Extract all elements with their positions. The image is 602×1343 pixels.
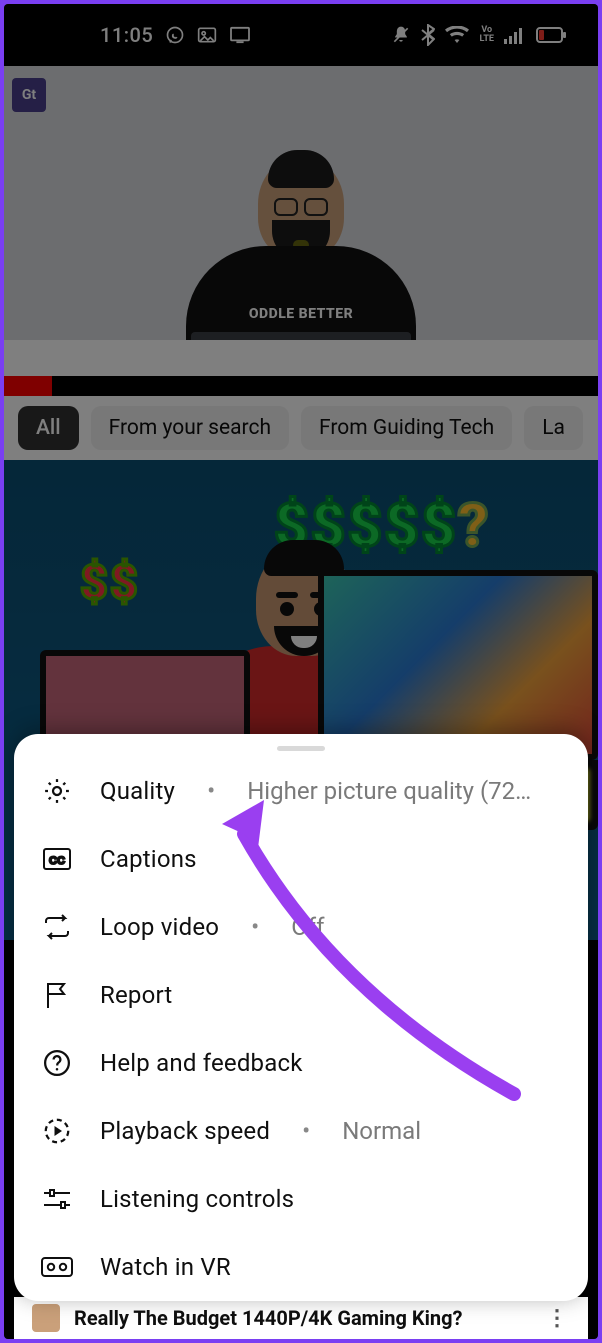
separator-dot: •: [296, 1117, 316, 1145]
bluetooth-icon: [421, 24, 435, 46]
sheet-item-value: Normal: [342, 1117, 562, 1145]
filter-chip-0[interactable]: All: [18, 406, 79, 450]
sheet-item-label: Quality: [100, 777, 175, 805]
sheet-item-playback-speed[interactable]: Playback speed • Normal: [14, 1097, 588, 1165]
sheet-item-label: Report: [100, 981, 172, 1009]
device-frame: 11:05 Vo LTE: [4, 4, 598, 1339]
status-bar: 11:05 Vo LTE: [4, 4, 598, 66]
sheet-item-watch-in-vr[interactable]: Watch in VR: [14, 1233, 588, 1301]
sheet-item-listening-controls[interactable]: Listening controls: [14, 1165, 588, 1233]
feed-filter-chips: All From your search From Guiding Tech La: [4, 396, 598, 460]
next-video-row[interactable]: Really The Budget 1440P/4K Gaming King? …: [14, 1297, 588, 1339]
sheet-item-report[interactable]: Report: [14, 961, 588, 1029]
shirt-text: ODDLE BETTER: [249, 306, 353, 322]
sheet-item-quality[interactable]: Quality • Higher picture quality (72…: [14, 757, 588, 825]
cast-icon: [229, 26, 251, 44]
sheet-item-loop-video[interactable]: Loop video • Off: [14, 893, 588, 961]
cc-icon: CC: [40, 847, 74, 871]
filter-chip-1[interactable]: From your search: [91, 406, 289, 450]
separator-dot: •: [201, 777, 221, 805]
sheet-item-label: Help and feedback: [100, 1049, 303, 1077]
player-options-sheet: Quality • Higher picture quality (72… CC Cap…: [14, 734, 588, 1301]
sheet-item-value: Off: [291, 913, 562, 941]
video-progress-bar[interactable]: [4, 376, 598, 396]
status-clock: 11:05: [100, 23, 153, 47]
gear-icon: [40, 776, 74, 806]
signal-icon: [504, 26, 526, 44]
sheet-item-label: Loop video: [100, 913, 219, 941]
sliders-icon: [40, 1186, 74, 1212]
sheet-item-value: Higher picture quality (72…: [247, 777, 562, 805]
channel-badge: Gt: [12, 78, 46, 112]
speed-icon: [40, 1116, 74, 1146]
sheet-item-help-and-feedback[interactable]: Help and feedback: [14, 1029, 588, 1097]
next-video-thumb: [32, 1304, 60, 1332]
battery-icon: [536, 27, 566, 43]
vr-icon: [40, 1256, 74, 1278]
thumb-cash-small: $$: [80, 554, 140, 611]
picture-icon: [197, 26, 217, 44]
volte-icon: Vo LTE: [479, 26, 494, 44]
separator-dot: •: [245, 913, 265, 941]
loop-icon: [40, 914, 74, 940]
flag-icon: [40, 980, 74, 1010]
whatsapp-icon: [165, 25, 185, 45]
progress-played: [4, 376, 52, 396]
sheet-item-label: Captions: [100, 845, 197, 873]
sheet-item-label: Playback speed: [100, 1117, 270, 1145]
sheet-item-label: Watch in VR: [100, 1253, 231, 1281]
mute-icon: [391, 25, 411, 45]
video-player[interactable]: Gt ODDLE BETTER: [4, 66, 598, 376]
svg-text:CC: CC: [49, 855, 65, 867]
sheet-item-label: Listening controls: [100, 1185, 294, 1213]
more-options-icon[interactable]: ⋮: [546, 1306, 570, 1331]
filter-chip-2[interactable]: From Guiding Tech: [301, 406, 512, 450]
status-right: Vo LTE: [391, 24, 566, 46]
next-video-title: Really The Budget 1440P/4K Gaming King?: [74, 1306, 463, 1330]
help-icon: [40, 1048, 74, 1078]
sheet-item-captions[interactable]: CC Captions: [14, 825, 588, 893]
status-left: 11:05: [100, 23, 251, 47]
filter-chip-3[interactable]: La: [524, 406, 583, 450]
sheet-drag-handle[interactable]: [277, 746, 325, 751]
wifi-icon: [445, 26, 469, 44]
